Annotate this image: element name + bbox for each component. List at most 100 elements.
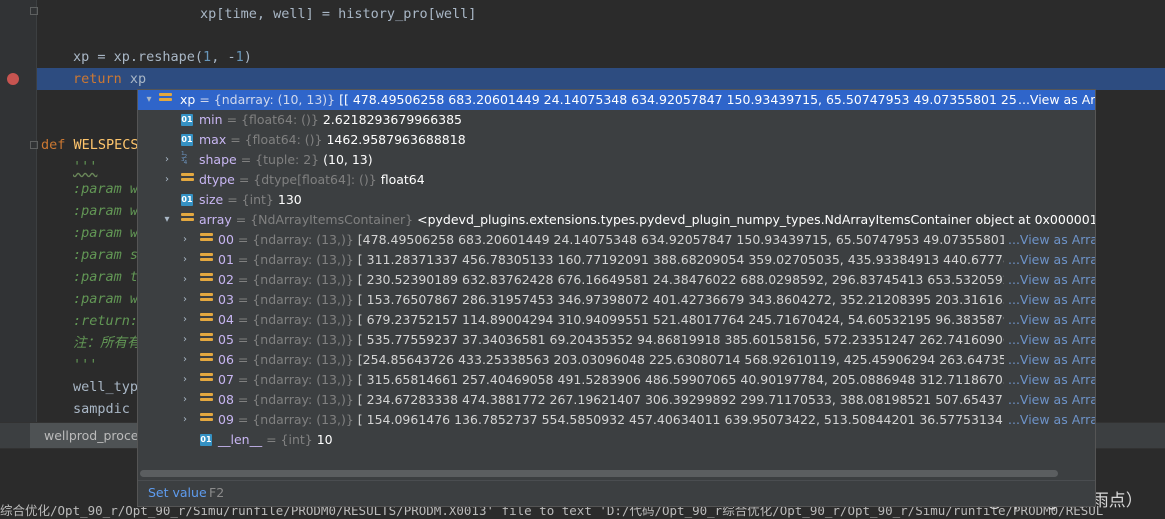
tree-row-shape[interactable]: › ¹₂ ³₄ shape = {tuple: 2} (10, 13) xyxy=(138,150,1095,170)
chevron-down-icon[interactable]: ▾ xyxy=(162,210,172,230)
chevron-right-icon[interactable]: › xyxy=(180,290,190,310)
view-as-array-link[interactable]: ...View as Array xyxy=(1004,230,1095,250)
var-name: shape xyxy=(199,152,237,167)
editor-gutter[interactable] xyxy=(0,0,37,422)
horizontal-scrollbar[interactable] xyxy=(138,468,1095,478)
chevron-right-icon[interactable]: › xyxy=(180,230,190,250)
docstring-line[interactable]: :param t xyxy=(73,266,138,288)
tree-row-item[interactable]: › 05 = {ndarray: (13,)} [ 535.77559237 37… xyxy=(138,330,1095,350)
view-as-array-link[interactable]: ...View as Array xyxy=(1004,270,1095,290)
tree-row-max[interactable]: 01 max = {float64: ()} 1462.9587963688818 xyxy=(138,130,1095,150)
tree-row-item[interactable]: › 08 = {ndarray: (13,)} [ 234.67283338 47… xyxy=(138,390,1095,410)
var-type: = {ndarray: (13,)} xyxy=(237,372,354,387)
view-as-array-link[interactable]: ...View as Array xyxy=(1004,390,1095,410)
tree-row-item[interactable]: › 01 = {ndarray: (13,)} [ 311.28371337 45… xyxy=(138,250,1095,270)
scrollbar-thumb[interactable] xyxy=(140,470,1058,477)
chevron-right-icon[interactable]: › xyxy=(180,370,190,390)
view-as-array-link[interactable]: ...View as Array xyxy=(1004,330,1095,350)
array-icon xyxy=(159,93,172,106)
tab-wellprod[interactable]: wellprod_proce xyxy=(30,423,153,449)
var-name: 05 xyxy=(218,332,234,347)
popup-footer: Set value F2 xyxy=(138,480,1095,506)
code-line[interactable]: xp[time, well] = history_pro[well] xyxy=(200,3,476,25)
chevron-right-icon[interactable]: › xyxy=(180,350,190,370)
tree-row-item[interactable]: › 03 = {ndarray: (13,)} [ 153.76507867 28… xyxy=(138,290,1095,310)
docstring-line[interactable]: :return: xyxy=(73,310,138,332)
var-type: = {ndarray: (13,)} xyxy=(237,392,354,407)
view-as-array-link[interactable]: ...View as Array xyxy=(1016,90,1095,110)
tree-row-dtype[interactable]: › dtype = {dtype[float64]: ()} float64 xyxy=(138,170,1095,190)
var-name-label: 08 = {ndarray: (13,)} [ 234.67283338 474… xyxy=(218,390,1095,410)
chevron-right-icon[interactable]: › xyxy=(180,310,190,330)
var-name-label: array = {NdArrayItemsContainer} <pydevd_… xyxy=(199,210,1095,230)
function-name: WELSPECS xyxy=(73,137,139,153)
var-value: 1462.9587963688818 xyxy=(326,132,466,147)
view-as-array-link[interactable]: ...View as Array xyxy=(1004,310,1095,330)
docstring-line[interactable]: :param s xyxy=(73,244,138,266)
var-value: (10, 13) xyxy=(323,152,373,167)
chevron-right-icon[interactable]: › xyxy=(180,270,190,290)
var-value: [ 153.76507867 286.31957453 346.97398072… xyxy=(357,292,1095,307)
chevron-down-icon[interactable]: ▾ xyxy=(144,90,154,110)
view-as-array-link[interactable]: ...View as Array xyxy=(1004,370,1095,390)
chevron-right-icon[interactable]: › xyxy=(180,410,190,430)
var-value: [ 679.23752157 114.89004294 310.94099551… xyxy=(357,312,1095,327)
tree-row-xp[interactable]: ▾ xp = {ndarray: (10, 13)} [[ 478.495062… xyxy=(138,90,1095,110)
set-value-link[interactable]: Set value xyxy=(148,485,207,500)
code-text: , - xyxy=(211,49,236,65)
chevron-right-icon[interactable]: › xyxy=(180,250,190,270)
docstring-line[interactable]: :param w xyxy=(73,222,138,244)
var-name-label: dtype = {dtype[float64]: ()} float64 xyxy=(199,170,425,190)
var-name-label: 01 = {ndarray: (13,)} [ 311.28371337 456… xyxy=(218,250,1095,270)
view-as-array-link[interactable]: ...View as Array xyxy=(1004,290,1095,310)
view-as-array-link[interactable]: ...View as Array xyxy=(1004,350,1095,370)
code-line-def[interactable]: def WELSPECS xyxy=(41,134,139,156)
code-line-return[interactable]: return xp xyxy=(73,68,146,90)
var-type: = {ndarray: (13,)} xyxy=(237,312,354,327)
var-name-label: min = {float64: ()} 2.6218293679966385 xyxy=(199,110,462,130)
variable-inspector-popup[interactable]: ▾ xp = {ndarray: (10, 13)} [[ 478.495062… xyxy=(137,89,1096,507)
var-name-label: max = {float64: ()} 1462.9587963688818 xyxy=(199,130,466,150)
tree-row-item[interactable]: › 09 = {ndarray: (13,)} [ 154.0961476 136… xyxy=(138,410,1095,430)
var-type: = {ndarray: (13,)} xyxy=(237,332,354,347)
code-keyword: return xyxy=(73,71,122,87)
tree-row-item[interactable]: › 07 = {ndarray: (13,)} [ 315.65814661 25… xyxy=(138,370,1095,390)
docstring-quote[interactable]: ''' xyxy=(73,354,97,376)
var-name-label: 07 = {ndarray: (13,)} [ 315.65814661 257… xyxy=(218,370,1086,390)
var-value: 130 xyxy=(277,192,302,207)
chevron-right-icon[interactable]: › xyxy=(162,150,172,170)
tree-row-item[interactable]: › 02 = {ndarray: (13,)} [ 230.52390189 63… xyxy=(138,270,1095,290)
fold-marker[interactable] xyxy=(30,141,38,149)
docstring-line[interactable]: :param w xyxy=(73,200,138,222)
breakpoint-icon[interactable] xyxy=(7,73,19,85)
tree-row-item[interactable]: › 04 = {ndarray: (13,)} [ 679.23752157 11… xyxy=(138,310,1095,330)
var-name: __len__ xyxy=(218,432,263,447)
chevron-right-icon[interactable]: › xyxy=(180,330,190,350)
code-line[interactable]: sampdic xyxy=(73,398,130,420)
docstring-quote[interactable]: ''' xyxy=(73,156,97,178)
tree-row-item[interactable]: › 00 = {ndarray: (13,)} [478.49506258 683… xyxy=(138,230,1095,250)
array-icon xyxy=(200,413,213,426)
var-name: 07 xyxy=(218,372,234,387)
docstring-line[interactable]: :param w xyxy=(73,178,138,200)
code-line[interactable]: well_typ xyxy=(73,376,138,398)
var-value: float64 xyxy=(380,172,425,187)
docstring-line[interactable]: :param w xyxy=(73,288,138,310)
docstring-line[interactable]: 注：所有有 xyxy=(73,332,141,354)
chevron-right-icon[interactable]: › xyxy=(162,170,172,190)
view-as-array-link[interactable]: ...View as Array xyxy=(1004,250,1095,270)
chevron-right-icon[interactable]: › xyxy=(180,390,190,410)
tree-row-item[interactable]: › 06 = {ndarray: (13,)} [254.85643726 433… xyxy=(138,350,1095,370)
code-line[interactable]: xp = xp.reshape(1, -1) xyxy=(73,46,252,68)
tree-row-min[interactable]: 01 min = {float64: ()} 2.6218293679966385 xyxy=(138,110,1095,130)
tree-row-array[interactable]: ▾ array = {NdArrayItemsContainer} <pydevd… xyxy=(138,210,1095,230)
var-name: 02 xyxy=(218,272,234,287)
var-type: = {ndarray: (13,)} xyxy=(237,232,354,247)
code-keyword: def xyxy=(41,137,66,153)
tree-row-len[interactable]: 01 __len__ = {int} 10 xyxy=(138,430,1095,450)
tree-row-size[interactable]: 01 size = {int} 130 xyxy=(138,190,1095,210)
var-value: [ 154.0961476 136.7852737 554.5850932 45… xyxy=(357,412,1087,427)
var-value: [[ 478.49506258 683.20601449 24.14075348… xyxy=(339,92,1069,107)
fold-marker[interactable] xyxy=(30,7,38,15)
view-as-array-link[interactable]: ...View as Array xyxy=(1004,410,1095,430)
